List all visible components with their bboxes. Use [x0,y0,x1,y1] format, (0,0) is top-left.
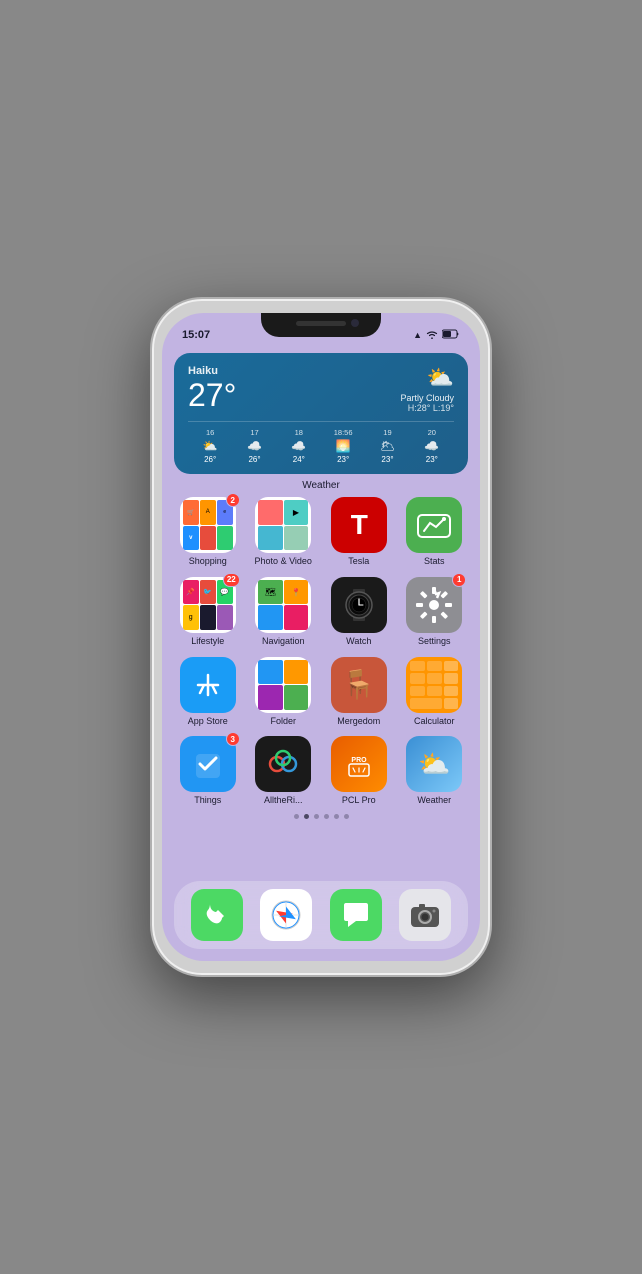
settings-label: Settings [418,636,451,647]
status-icons: ▲ [413,329,460,341]
app-pclpro[interactable]: PRO PCL Pro [323,736,395,806]
forecast-item-2: 18 ☁️ 24° [277,428,321,464]
phone-frame: 15:07 ▲ [150,297,492,977]
folder-icon [255,657,311,713]
power-button[interactable] [490,439,492,494]
app-lifestyle[interactable]: 📌 🐦 💬 g 22 Lifestyle [172,577,244,647]
dock-phone[interactable] [191,889,243,941]
weather-widget-label: Weather [162,480,480,491]
notch [261,313,381,337]
silent-switch[interactable] [150,409,152,437]
folder-label: Folder [270,716,296,727]
weather-location: Haiku [188,365,236,377]
page-dot-5[interactable] [344,814,349,819]
dock-safari[interactable] [260,889,312,941]
dock [174,881,468,949]
tesla-icon: T [331,497,387,553]
things-label: Things [194,795,221,806]
weather-app-icon: ⛅ [406,736,462,792]
stats-icon [406,497,462,553]
mergedom-label: Mergedom [337,716,380,727]
appstore-icon [180,657,236,713]
appstore-label: App Store [188,716,228,727]
page-dot-1[interactable] [304,814,309,819]
mergedom-icon: 🪑 [331,657,387,713]
app-navigation[interactable]: 🗺 📍 Navigation [248,577,320,647]
weather-condition: Partly Cloudy [400,393,454,403]
shopping-icon: 🛒 A e v [180,497,236,553]
dock-safari-icon [260,889,312,941]
stats-label: Stats [424,556,445,567]
speaker [296,321,346,326]
settings-icon [406,577,462,633]
calculator-label: Calculator [414,716,455,727]
app-things[interactable]: 3 Things [172,736,244,806]
navigation-icon: 🗺 📍 [255,577,311,633]
shopping-badge: 2 [226,493,240,507]
page-dot-2[interactable] [314,814,319,819]
dock-camera[interactable] [399,889,451,941]
app-watch[interactable]: Watch [323,577,395,647]
phone-screen: 15:07 ▲ [162,313,480,961]
weather-main-icon: ⛅ [400,365,454,391]
photo-video-icon: ▶ [255,497,311,553]
dock-messages[interactable] [330,889,382,941]
volume-up-button[interactable] [150,447,152,485]
things-icon [180,736,236,792]
screen-content: Haiku 27° ⛅ Partly Cloudy H:28° L:19° 16 [162,345,480,961]
pclpro-icon: PRO [331,736,387,792]
page-dots [162,814,480,819]
app-tesla[interactable]: T Tesla [323,497,395,567]
app-mergedom[interactable]: 🪑 Mergedom [323,657,395,727]
watch-label: Watch [346,636,371,647]
lifestyle-badge: 22 [223,573,240,587]
forecast-item-3: 18:56 🌅 23° [321,428,365,464]
weather-app-label: Weather [417,795,451,806]
forecast-item-4: 19 🌥 23° [365,428,409,464]
wifi-signal-icon [426,330,438,341]
forecast-item-1: 17 ☁️ 26° [232,428,276,464]
front-camera [351,319,359,327]
tesla-label: Tesla [348,556,369,567]
dock-phone-icon [191,889,243,941]
forecast-item-0: 16 ⛅ 26° [188,428,232,464]
page-dot-4[interactable] [334,814,339,819]
wifi-icon: ▲ [413,330,422,340]
app-stats[interactable]: Stats [399,497,471,567]
dock-messages-icon [330,889,382,941]
page-dot-0[interactable] [294,814,299,819]
settings-highlight-ring [406,577,462,633]
alltheri-icon [255,736,311,792]
weather-hl: H:28° L:19° [400,403,454,413]
app-alltheri[interactable]: AlltheRi... [248,736,320,806]
watch-icon [331,577,387,633]
app-folder[interactable]: Folder [248,657,320,727]
battery-icon [442,329,460,341]
weather-forecast: 16 ⛅ 26° 17 ☁️ 26° 18 ☁️ 24° [188,421,454,464]
forecast-item-5: 20 ☁️ 23° [410,428,454,464]
weather-widget[interactable]: Haiku 27° ⛅ Partly Cloudy H:28° L:19° 16 [174,353,468,474]
app-weather[interactable]: ⛅ Weather [399,736,471,806]
app-grid: 🛒 A e v 2 Shopping [162,497,480,806]
things-badge: 3 [226,732,240,746]
status-time: 15:07 [182,329,210,341]
app-settings[interactable]: 1 Settings [399,577,471,647]
weather-temperature: 27° [188,379,236,411]
lifestyle-label: Lifestyle [191,636,224,647]
navigation-label: Navigation [262,636,305,647]
svg-text:PRO: PRO [351,757,367,764]
pclpro-label: PCL Pro [342,795,376,806]
alltheri-label: AlltheRi... [264,795,303,806]
photo-video-label: Photo & Video [255,556,312,567]
volume-down-button[interactable] [150,495,152,533]
app-appstore[interactable]: App Store [172,657,244,727]
app-photo-video[interactable]: ▶ Photo & Video [248,497,320,567]
app-calculator[interactable]: Calculator [399,657,471,727]
calculator-icon [406,657,462,713]
dock-camera-icon [399,889,451,941]
app-shopping[interactable]: 🛒 A e v 2 Shopping [172,497,244,567]
shopping-label: Shopping [189,556,227,567]
page-dot-3[interactable] [324,814,329,819]
